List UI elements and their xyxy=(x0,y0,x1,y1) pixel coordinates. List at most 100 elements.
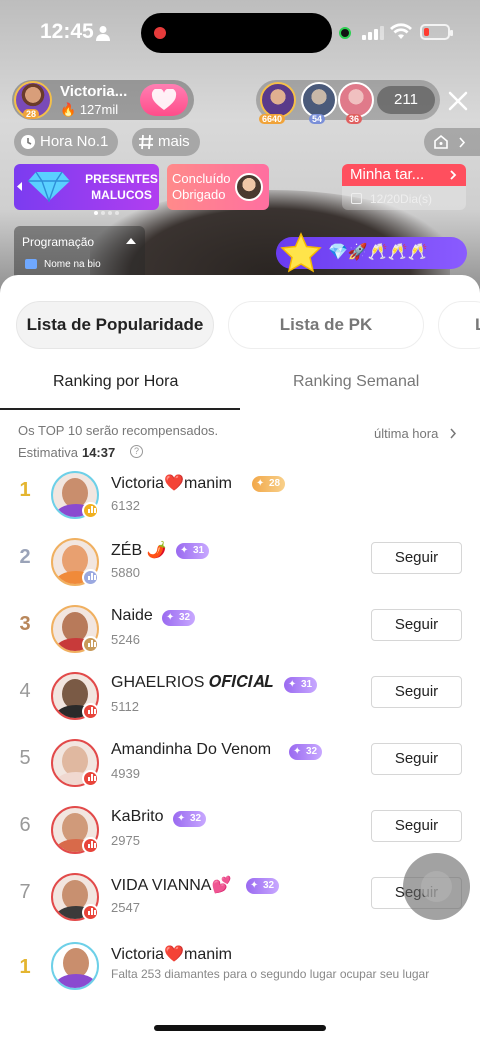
checklist-icon xyxy=(351,193,362,204)
subtab-underline xyxy=(0,408,240,410)
home-indicator[interactable] xyxy=(154,1025,326,1031)
user-name: Naide xyxy=(111,607,153,624)
follow-button[interactable]: Seguir xyxy=(371,810,462,842)
floating-assistive-button[interactable] xyxy=(403,853,470,920)
level-badge: 28 xyxy=(252,476,286,492)
more-tag[interactable]: mais xyxy=(132,128,200,156)
chevron-right-icon xyxy=(459,137,466,148)
tab-third[interactable]: L xyxy=(438,301,480,349)
level-badge: 32 xyxy=(173,811,207,827)
host-name: Victoria... xyxy=(60,83,128,100)
program-icon xyxy=(25,259,37,269)
chevron-left-icon xyxy=(17,182,22,191)
home-icon xyxy=(434,134,448,149)
hashtag-icon xyxy=(139,134,153,150)
user-name: Victoria❤️manim xyxy=(111,475,232,492)
rank-number: 3 xyxy=(19,613,31,635)
ranking-row[interactable]: 6 KaBrito 32 2975 Seguir xyxy=(0,802,480,864)
camera-indicator-icon xyxy=(339,27,351,39)
level-badge: 32 xyxy=(162,610,196,626)
collapse-arrow-icon[interactable] xyxy=(126,238,136,244)
rank-number: 1 xyxy=(19,479,31,501)
ranking-row[interactable]: 1 Victoria❤️manim 28 6132 xyxy=(0,467,480,529)
heart-icon xyxy=(151,89,177,110)
user-score: 5246 xyxy=(111,632,140,647)
hour-rank-tag[interactable]: Hora No.1 xyxy=(14,128,119,156)
crazy-gifts-banner[interactable]: PRESENTES MALUCOS xyxy=(14,164,159,215)
live-icon xyxy=(82,904,99,921)
dynamic-island xyxy=(141,13,332,53)
my-task-card[interactable]: Minha tar... 12/20Dia(s) xyxy=(342,164,466,210)
live-icon xyxy=(82,770,99,787)
subtab-weekly[interactable]: Ranking Semanal xyxy=(293,373,419,391)
tab-popularity[interactable]: Lista de Popularidade xyxy=(16,301,214,349)
rank-number: 2 xyxy=(19,546,31,568)
my-task-progress: 12/20Dia(s) xyxy=(370,192,433,206)
live-icon xyxy=(82,502,99,519)
user-name: KaBrito xyxy=(111,808,164,825)
viewer-avatar[interactable]: 54 xyxy=(301,82,337,124)
host-fans-count: 127mil xyxy=(79,102,119,117)
total-viewers[interactable]: 211 xyxy=(377,86,435,114)
my-rank-message: Falta 253 diamantes para o segundo lugar… xyxy=(111,967,430,981)
ranking-row[interactable]: 5 Amandinha Do Venom 32 4939 Seguir xyxy=(0,735,480,797)
level-badge: 31 xyxy=(176,543,210,559)
estimate-time: 14:37 xyxy=(81,445,116,460)
user-score: 2547 xyxy=(111,900,140,915)
live-icon xyxy=(82,569,99,586)
chevron-right-icon[interactable] xyxy=(450,428,457,439)
rank-number: 4 xyxy=(19,680,31,702)
my-avatar[interactable] xyxy=(51,942,99,990)
rewards-notice: Os TOP 10 serão recompensados. xyxy=(18,423,219,438)
viewer-avatar[interactable]: 6640 xyxy=(259,82,296,124)
level-badge: 32 xyxy=(289,744,323,760)
battery-icon xyxy=(420,24,453,40)
host-info[interactable]: 28 Victoria... 🔥 127mil xyxy=(12,80,194,120)
program-subtitle: Nome na bio xyxy=(44,259,101,270)
tab-third-label: L xyxy=(475,315,480,335)
gift-bar-items: 💎🚀🥂🥂🥂 xyxy=(328,244,428,261)
ranking-row[interactable]: 2 ZÉB 🌶️ 31 5880 Seguir xyxy=(0,534,480,596)
carousel-dots xyxy=(94,202,122,220)
viewer-count: 54 xyxy=(309,114,326,124)
gift-bar[interactable]: 💎🚀🥂🥂🥂 xyxy=(276,232,467,273)
level-badge: 32 xyxy=(246,878,280,894)
signal-icon xyxy=(362,26,384,40)
last-hour-link[interactable]: última hora xyxy=(374,426,438,441)
ranking-row[interactable]: 4 GHAELRIOS 𝑶𝑭𝑰𝑪𝑰𝑨𝑳 31 5112 Seguir xyxy=(0,668,480,730)
host-fans: 🔥 127mil xyxy=(60,102,119,117)
level-badge: 31 xyxy=(284,677,318,693)
rank-number: 5 xyxy=(19,747,31,769)
wifi-icon xyxy=(390,23,412,39)
tab-pk[interactable]: Lista de PK xyxy=(228,301,424,349)
my-rank: 1 xyxy=(19,956,31,978)
live-icon xyxy=(82,837,99,854)
follow-button[interactable]: Seguir xyxy=(371,609,462,641)
host-level-badge: 28 xyxy=(23,109,40,119)
program-card[interactable]: Programação Nome na bio xyxy=(14,226,145,276)
crazy-gifts-text: PRESENTES MALUCOS xyxy=(85,172,158,202)
live-icon xyxy=(82,703,99,720)
info-icon[interactable]: ? xyxy=(130,445,143,458)
my-rank-row: 1 Victoria❤️manim Falta 253 diamantes pa… xyxy=(0,938,480,996)
status-time: 12:45 xyxy=(40,20,94,43)
follow-button[interactable]: Seguir xyxy=(371,743,462,775)
top-viewers[interactable]: 6640 54 36 211 xyxy=(256,80,440,124)
follow-button[interactable]: Seguir xyxy=(371,676,462,708)
viewer-avatar[interactable]: 36 xyxy=(338,82,374,124)
viewer-count: 6640 xyxy=(259,114,286,124)
ranking-row[interactable]: 3 Naide 32 5246 Seguir xyxy=(0,601,480,663)
subtab-hourly[interactable]: Ranking por Hora xyxy=(53,373,178,391)
estimate-label: Estimativa xyxy=(18,445,78,460)
follow-button[interactable]: Seguir xyxy=(371,542,462,574)
status-bar: 12:45 xyxy=(0,0,480,64)
tab-pk-label: Lista de PK xyxy=(279,315,373,334)
user-name: GHAELRIOS 𝑶𝑭𝑰𝑪𝑰𝑨𝑳 xyxy=(111,674,274,691)
recording-icon xyxy=(154,27,166,39)
close-icon[interactable] xyxy=(445,88,471,114)
rank-number: 7 xyxy=(19,881,31,903)
follow-heart-button[interactable] xyxy=(140,84,188,116)
thanks-banner[interactable]: Concluído Obrigado xyxy=(167,164,269,210)
person-icon xyxy=(96,26,110,41)
home-shortcut[interactable] xyxy=(424,128,480,156)
